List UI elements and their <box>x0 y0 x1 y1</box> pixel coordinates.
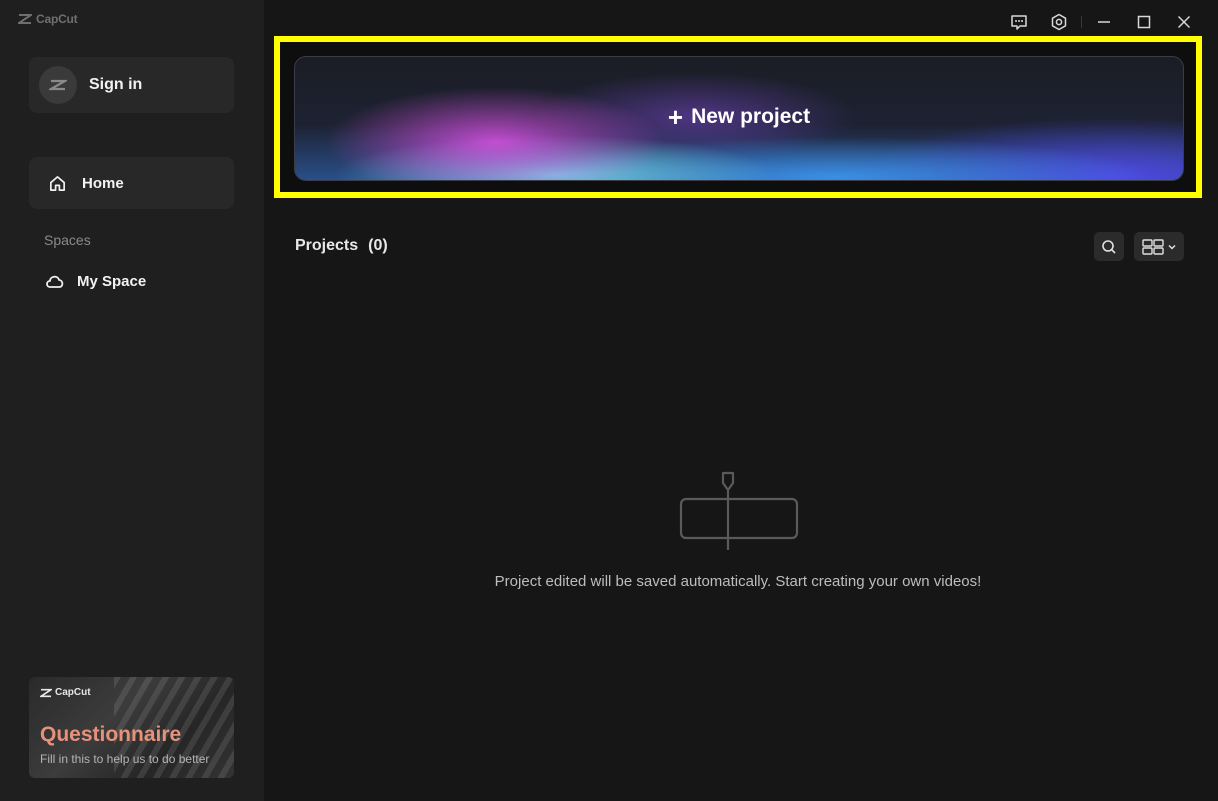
feedback-button[interactable] <box>999 10 1039 34</box>
maximize-button[interactable] <box>1124 10 1164 34</box>
capcut-logo-icon <box>18 14 32 24</box>
sidebar-item-label: My Space <box>77 272 147 290</box>
sidebar-item-my-space[interactable]: My Space <box>29 264 234 298</box>
new-project-label-group: + New project <box>295 102 1183 132</box>
settings-icon <box>1051 13 1067 31</box>
capcut-logo-icon <box>40 688 52 697</box>
promo-logo-text: CapCut <box>55 687 91 698</box>
spaces-heading: Spaces <box>44 232 91 248</box>
promo-title: Questionnaire <box>40 723 182 746</box>
app-logo-text: CapCut <box>36 12 78 26</box>
close-icon <box>1177 15 1191 29</box>
chevron-down-icon <box>1167 244 1176 250</box>
home-icon <box>48 173 68 193</box>
minimize-icon <box>1098 21 1110 23</box>
plus-icon: + <box>667 102 684 132</box>
search-icon <box>1102 239 1116 254</box>
app-logo: CapCut <box>18 12 78 26</box>
feedback-icon <box>1011 15 1027 30</box>
sign-in-button[interactable]: Sign in <box>29 57 234 113</box>
sign-in-label: Sign in <box>89 76 143 93</box>
projects-heading: Projects (0) <box>295 237 388 255</box>
promo-logo: CapCut <box>40 687 91 698</box>
minimize-button[interactable] <box>1084 10 1124 34</box>
sidebar-item-home[interactable]: Home <box>29 157 234 209</box>
maximize-icon <box>1137 15 1151 29</box>
window-controls <box>999 10 1204 34</box>
capcut-avatar-icon <box>49 79 67 91</box>
avatar <box>39 66 77 104</box>
close-button[interactable] <box>1164 10 1204 34</box>
empty-state-message: Project edited will be saved automatical… <box>494 573 982 590</box>
cloud-icon <box>44 271 66 291</box>
titlebar-divider <box>1081 16 1082 28</box>
sidebar-item-label: Home <box>82 174 124 192</box>
new-project-label: New project <box>691 105 811 128</box>
projects-title: Projects <box>295 237 359 254</box>
empty-projects-illustration <box>679 471 799 550</box>
view-mode-button[interactable] <box>1134 232 1184 261</box>
projects-count: (0) <box>368 237 388 254</box>
search-button[interactable] <box>1094 232 1124 261</box>
questionnaire-banner[interactable]: CapCut Questionnaire Fill in this to hel… <box>29 677 234 778</box>
promo-subtitle: Fill in this to help us to do better <box>40 752 210 766</box>
sidebar: CapCut Sign in Home Spaces My Space CapC… <box>0 0 264 801</box>
new-project-button[interactable]: + New project <box>294 56 1184 181</box>
grid-view-icon <box>1141 238 1164 255</box>
settings-button[interactable] <box>1039 10 1079 34</box>
